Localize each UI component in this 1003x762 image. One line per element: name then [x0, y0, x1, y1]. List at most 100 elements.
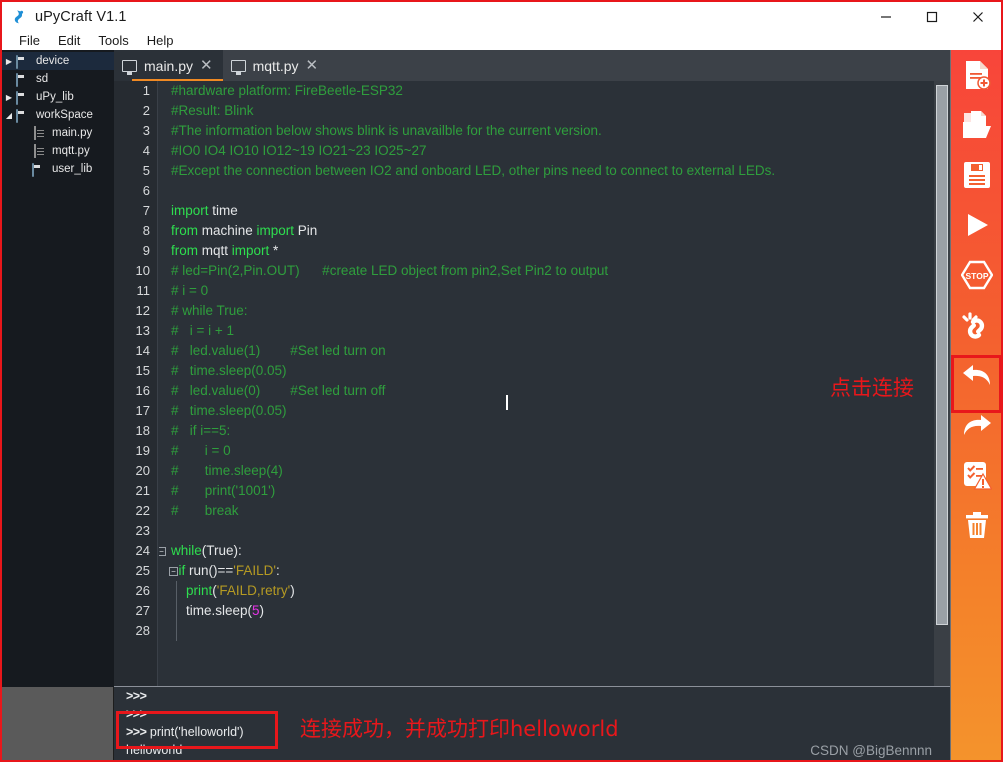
chevron-right-icon[interactable]: ▶	[2, 93, 16, 102]
code-line[interactable]	[159, 521, 934, 541]
tree-item-main-py[interactable]: main.py	[2, 124, 114, 142]
folder-icon	[32, 162, 48, 177]
code-line[interactable]: if run()=='FAILD': −	[159, 561, 934, 581]
code-line[interactable]: import time	[159, 201, 934, 221]
code-content[interactable]: #hardware platform: FireBeetle-ESP32 #Res…	[159, 81, 934, 686]
tab-mqtt-py[interactable]: mqtt.py ✕	[223, 50, 328, 81]
code-line[interactable]: # while True:	[159, 301, 934, 321]
new-file-button[interactable]	[951, 50, 1001, 100]
console-line: >>>	[126, 689, 147, 703]
editor-vertical-scrollbar[interactable]	[934, 81, 950, 686]
code-line[interactable]: # i = i + 1	[159, 321, 934, 341]
line-number: 5	[142, 163, 150, 178]
run-button[interactable]	[951, 200, 1001, 250]
connect-button[interactable]	[951, 300, 1001, 350]
line-number: 27	[135, 603, 150, 618]
line-number: 15	[135, 363, 150, 378]
fold-toggle-icon[interactable]: −	[169, 567, 178, 576]
tree-item-label: mqtt.py	[52, 145, 90, 157]
close-icon[interactable]: ✕	[306, 58, 319, 73]
code-line[interactable]: from machine import Pin	[159, 221, 934, 241]
tab-label: mqtt.py	[252, 57, 299, 74]
window-title: uPyCraft V1.1	[35, 9, 127, 25]
code-line[interactable]: # if i==5:	[159, 421, 934, 441]
right-toolbar: STOP	[950, 50, 1001, 760]
file-icon	[32, 125, 48, 140]
tree-item-user_lib[interactable]: user_lib	[2, 160, 114, 178]
file-tree: ▶ device sd ▶ uPy_lib ◢ workSpace main.py mqtt.p…	[2, 50, 114, 687]
code-editor[interactable]: 1 2 3 4 5 6 7 8 9 10 11 12 13 14 15 16 17 18 19 20 21 22 23 24 2…	[114, 81, 950, 686]
undo-arrow-icon	[961, 362, 993, 388]
code-line[interactable]: #Except the connection between IO2 and o…	[159, 161, 934, 181]
svg-text:STOP: STOP	[965, 271, 988, 281]
code-line[interactable]: # i = 0	[159, 281, 934, 301]
menu-item-tools[interactable]: Tools	[89, 32, 137, 50]
save-button[interactable]	[951, 150, 1001, 200]
tree-item-upy_lib[interactable]: ▶ uPy_lib	[2, 88, 114, 106]
chevron-down-icon[interactable]: ◢	[2, 111, 16, 120]
menu-item-help[interactable]: Help	[138, 32, 183, 50]
main-body: ▶ device sd ▶ uPy_lib ◢ workSpace main.py mqtt.p…	[2, 50, 1001, 760]
repl-console[interactable]: >>>>>>>>> print('helloworld')helloworld>…	[114, 686, 950, 760]
code-line[interactable]: # led.value(1) #Set led turn on	[159, 341, 934, 361]
maximize-icon[interactable]	[909, 2, 955, 32]
line-number: 19	[135, 443, 150, 458]
syntax-check-button[interactable]	[951, 450, 1001, 500]
console-line: >>>	[114, 759, 950, 760]
file-icon	[32, 143, 48, 158]
code-line[interactable]: time.sleep(5)	[159, 601, 934, 621]
code-line[interactable]: while(True): −	[159, 541, 934, 561]
line-number-gutter: 1 2 3 4 5 6 7 8 9 10 11 12 13 14 15 16 17 18 19 20 21 22 23 24 2…	[114, 81, 158, 686]
line-number: 21	[135, 483, 150, 498]
line-number: 11	[136, 283, 151, 298]
redo-arrow-icon	[961, 412, 993, 438]
code-line[interactable]: #IO0 IO4 IO10 IO12~19 IO21~23 IO25~27	[159, 141, 934, 161]
tree-item-mqtt-py[interactable]: mqtt.py	[2, 142, 114, 160]
stop-button[interactable]: STOP	[951, 250, 1001, 300]
chevron-right-icon[interactable]: ▶	[2, 57, 16, 66]
redo-button[interactable]	[951, 400, 1001, 450]
line-number: 9	[142, 243, 150, 258]
scrollbar-thumb[interactable]	[936, 85, 948, 625]
minimize-icon[interactable]	[863, 2, 909, 32]
fold-toggle-icon[interactable]: −	[159, 547, 166, 556]
delete-button[interactable]	[951, 500, 1001, 550]
close-icon[interactable]	[955, 2, 1001, 32]
tree-item-workspace[interactable]: ◢ workSpace	[2, 106, 114, 124]
watermark: CSDN @BigBennnn	[810, 743, 932, 758]
menu-item-edit[interactable]: Edit	[49, 32, 89, 50]
close-icon[interactable]: ✕	[200, 58, 213, 73]
tree-item-label: workSpace	[36, 109, 93, 121]
code-line[interactable]: # time.sleep(0.05)	[159, 361, 934, 381]
code-line[interactable]: #The information below shows blink is un…	[159, 121, 934, 141]
undo-button[interactable]	[951, 350, 1001, 400]
upycraft-logo-icon	[11, 9, 27, 25]
code-line[interactable]: # led=Pin(2,Pin.OUT) #create LED object …	[159, 261, 934, 281]
open-file-button[interactable]	[951, 100, 1001, 150]
code-line[interactable]: # led.value(0) #Set led turn off	[159, 381, 934, 401]
line-number: 14	[135, 343, 150, 358]
code-line[interactable]: print('FAILD,retry')	[159, 581, 934, 601]
save-disk-icon	[962, 160, 992, 190]
code-line[interactable]: # i = 0	[159, 441, 934, 461]
folder-icon	[16, 108, 32, 123]
tree-item-device[interactable]: ▶ device	[2, 52, 114, 70]
new-file-icon	[962, 59, 992, 91]
code-line[interactable]: #hardware platform: FireBeetle-ESP32	[159, 81, 934, 101]
code-line[interactable]: # print('1001')	[159, 481, 934, 501]
menu-item-file[interactable]: File	[10, 32, 49, 50]
tab-main-py[interactable]: main.py ✕	[114, 50, 223, 81]
text-caret	[506, 395, 508, 410]
code-line[interactable]: from mqtt import *	[159, 241, 934, 261]
code-line[interactable]: #Result: Blink	[159, 101, 934, 121]
tree-item-sd[interactable]: sd	[2, 70, 114, 88]
tree-item-label: device	[36, 55, 70, 67]
code-line[interactable]	[159, 181, 934, 201]
code-line[interactable]: # time.sleep(0.05)	[159, 401, 934, 421]
code-line[interactable]: # time.sleep(4)	[159, 461, 934, 481]
tree-item-label: user_lib	[52, 163, 93, 175]
line-number: 1	[142, 83, 150, 98]
line-number: 10	[135, 263, 150, 278]
code-line[interactable]: # break	[159, 501, 934, 521]
code-line[interactable]	[159, 621, 934, 641]
